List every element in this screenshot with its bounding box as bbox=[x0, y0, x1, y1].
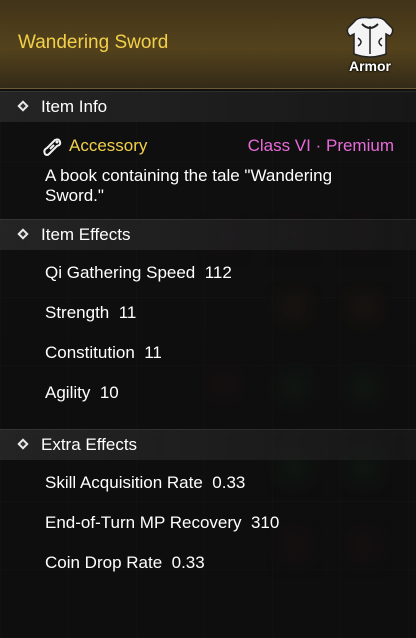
item-name: Wandering Sword bbox=[18, 32, 169, 53]
effect-value: 10 bbox=[99, 383, 119, 402]
item-class: Class VI · Premium bbox=[247, 136, 394, 155]
section-header-extra-effects: Extra Effects bbox=[0, 429, 416, 460]
effect-row: Strength 11 bbox=[45, 303, 136, 323]
effect-label: Skill Acquisition Rate bbox=[45, 473, 203, 492]
effect-value: 11 bbox=[118, 303, 137, 322]
effect-label: Agility bbox=[45, 383, 91, 402]
armor-icon bbox=[346, 16, 394, 58]
section-title: Item Effects bbox=[41, 225, 131, 244]
diamond-bullet-icon bbox=[17, 228, 29, 240]
diamond-bullet-icon bbox=[17, 100, 29, 112]
tooltip-title-bar: Wandering Sword Armor bbox=[0, 0, 416, 89]
effect-value: 0.33 bbox=[212, 473, 246, 492]
section-title: Extra Effects bbox=[41, 435, 138, 454]
item-tooltip: Wandering Sword Armor Item Info Accessor… bbox=[0, 0, 416, 638]
section-header-item-info: Item Info bbox=[0, 91, 416, 122]
accessory-scroll-icon bbox=[43, 138, 62, 156]
effect-row: Constitution 11 bbox=[45, 343, 162, 363]
effect-value: 112 bbox=[204, 263, 232, 282]
effect-label: Constitution bbox=[45, 343, 135, 362]
extra-effect-row: End-of-Turn MP Recovery 310 bbox=[45, 513, 279, 533]
extra-effect-row: Skill Acquisition Rate 0.33 bbox=[45, 473, 245, 493]
effect-row: Agility 10 bbox=[45, 383, 119, 403]
effect-label: Coin Drop Rate bbox=[45, 553, 163, 572]
armor-badge: Armor bbox=[340, 14, 400, 78]
extra-effect-row: Coin Drop Rate 0.33 bbox=[45, 553, 205, 573]
effect-value: 310 bbox=[250, 513, 280, 532]
section-header-item-effects: Item Effects bbox=[0, 219, 416, 250]
item-type-badge: Armor bbox=[348, 58, 391, 74]
effect-value: 0.33 bbox=[171, 553, 205, 572]
effect-row: Qi Gathering Speed 112 bbox=[45, 263, 232, 283]
effect-label: Strength bbox=[45, 303, 110, 322]
item-description: A book containing the tale "Wandering Sw… bbox=[45, 166, 333, 205]
item-category: Accessory bbox=[69, 136, 148, 155]
section-title: Item Info bbox=[41, 97, 108, 116]
diamond-bullet-icon bbox=[17, 438, 29, 450]
effect-value: 11 bbox=[144, 343, 162, 362]
effect-label: Qi Gathering Speed bbox=[45, 263, 196, 282]
effect-label: End-of-Turn MP Recovery bbox=[45, 513, 242, 532]
